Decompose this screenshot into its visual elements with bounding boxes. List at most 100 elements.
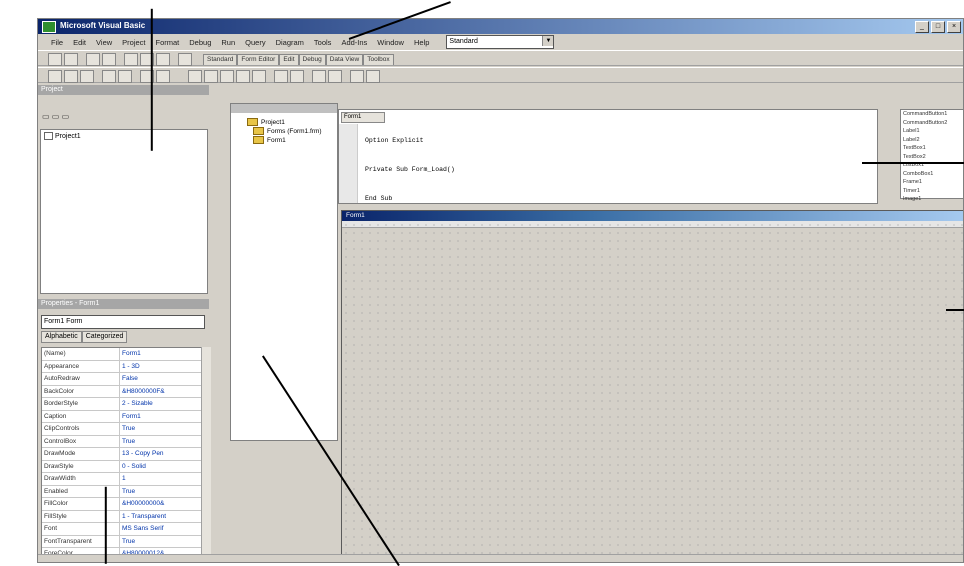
- chevron-down-icon[interactable]: ▼: [542, 36, 554, 46]
- menu-tools[interactable]: Tools: [309, 38, 337, 47]
- stop-icon[interactable]: [80, 70, 94, 83]
- tab-alphabetic[interactable]: Alphabetic: [41, 331, 82, 343]
- property-value[interactable]: 2 - Sizable: [120, 398, 202, 410]
- property-row[interactable]: (Name) Form1: [42, 348, 202, 361]
- menu-edit[interactable]: Edit: [68, 38, 91, 47]
- menu-window[interactable]: Window: [372, 38, 409, 47]
- menu-diagram[interactable]: Diagram: [271, 38, 309, 47]
- property-value[interactable]: True: [120, 536, 202, 548]
- property-row[interactable]: ControlBox True: [42, 435, 202, 448]
- align-left-icon[interactable]: [188, 70, 202, 83]
- explorer-item[interactable]: Forms (Form1.frm): [247, 127, 322, 136]
- tab-edit[interactable]: Edit: [279, 54, 299, 65]
- menu-format[interactable]: Format: [151, 38, 185, 47]
- object-list-item[interactable]: TextBox1: [901, 144, 963, 153]
- add-form-icon[interactable]: [64, 53, 78, 66]
- property-row[interactable]: BorderStyle 2 - Sizable: [42, 398, 202, 411]
- toolbar-combo[interactable]: Standard ▼: [446, 35, 555, 49]
- menu-help[interactable]: Help: [409, 38, 434, 47]
- property-value[interactable]: Form1: [120, 348, 202, 360]
- property-row[interactable]: FontTransparent True: [42, 535, 202, 548]
- find-icon[interactable]: [178, 53, 192, 66]
- tab-standard[interactable]: Standard: [203, 54, 238, 65]
- object-list-item[interactable]: TextBox2: [901, 153, 963, 162]
- grid-icon[interactable]: [274, 70, 288, 83]
- zoom-icon[interactable]: [350, 70, 364, 83]
- property-value[interactable]: 13 - Copy Pen: [120, 448, 202, 460]
- project-panel-toolbar[interactable]: ▭ ▭ ▭: [42, 112, 69, 121]
- object-list-item[interactable]: Frame1: [901, 178, 963, 187]
- minimize-button[interactable]: _: [915, 21, 929, 33]
- property-row[interactable]: FillColor &H00000000&: [42, 498, 202, 511]
- property-row[interactable]: Caption Form1: [42, 410, 202, 423]
- toolbox-icon[interactable]: [312, 70, 326, 83]
- property-row[interactable]: BackColor &H8000000F&: [42, 385, 202, 398]
- lock-controls-icon[interactable]: [290, 70, 304, 83]
- tab-form-editor[interactable]: Form Editor: [237, 54, 280, 65]
- align-right-icon[interactable]: [220, 70, 234, 83]
- tab-data-view[interactable]: Data View: [325, 54, 364, 65]
- menu-project[interactable]: Project: [117, 38, 150, 47]
- form-design-surface[interactable]: [342, 221, 963, 562]
- tab-toolbox[interactable]: Toolbox: [363, 54, 394, 65]
- property-row[interactable]: ClipControls True: [42, 423, 202, 436]
- property-value[interactable]: 0 - Solid: [120, 461, 202, 473]
- property-value[interactable]: 1: [120, 473, 202, 485]
- property-row[interactable]: DrawStyle 0 - Solid: [42, 460, 202, 473]
- object-browser-icon[interactable]: [156, 70, 170, 83]
- properties-scrollbar[interactable]: [201, 347, 211, 557]
- property-value[interactable]: True: [120, 436, 202, 448]
- object-list-item[interactable]: CommandButton1: [901, 110, 963, 119]
- property-value[interactable]: Form1: [120, 411, 202, 423]
- code-text[interactable]: Option Explicit Private Sub Form_Load() …: [365, 126, 455, 203]
- object-list-item[interactable]: Label2: [901, 136, 963, 145]
- explorer-item[interactable]: Project1: [247, 118, 322, 127]
- tab-categorized[interactable]: Categorized: [81, 331, 128, 343]
- property-row[interactable]: DrawWidth 1: [42, 473, 202, 486]
- property-value[interactable]: True: [120, 486, 202, 498]
- object-list-item[interactable]: Image1: [901, 195, 963, 204]
- break-icon[interactable]: [64, 70, 78, 83]
- menu-run[interactable]: Run: [216, 38, 240, 47]
- object-list-item[interactable]: ComboBox1: [901, 170, 963, 179]
- property-row[interactable]: AutoRedraw False: [42, 373, 202, 386]
- object-list-item[interactable]: CommandButton2: [901, 119, 963, 128]
- property-value[interactable]: &H00000000&: [120, 498, 202, 510]
- form-designer-title[interactable]: Form1: [342, 211, 963, 221]
- property-row[interactable]: Enabled True: [42, 485, 202, 498]
- menu-debug[interactable]: Debug: [184, 38, 216, 47]
- property-row[interactable]: FillStyle 1 - Transparent: [42, 510, 202, 523]
- code-editor[interactable]: Form1 Option Explicit Private Sub Form_L…: [338, 109, 878, 204]
- save-icon[interactable]: [102, 53, 116, 66]
- data-view-icon[interactable]: [328, 70, 342, 83]
- title-bar[interactable]: Microsoft Visual Basic _ □ ×: [38, 19, 963, 34]
- editor-tab[interactable]: Form1: [341, 112, 385, 123]
- close-button[interactable]: ×: [947, 21, 961, 33]
- component-icon[interactable]: [366, 70, 380, 83]
- align-center-icon[interactable]: [204, 70, 218, 83]
- paste-icon[interactable]: [156, 53, 170, 66]
- maximize-button[interactable]: □: [931, 21, 945, 33]
- run-icon[interactable]: [48, 70, 62, 83]
- menu-query[interactable]: Query: [240, 38, 270, 47]
- property-value[interactable]: 1 - 3D: [120, 361, 202, 373]
- properties-icon[interactable]: [118, 70, 132, 83]
- send-back-icon[interactable]: [252, 70, 266, 83]
- property-value[interactable]: MS Sans Serif: [120, 523, 202, 535]
- property-row[interactable]: Font MS Sans Serif: [42, 523, 202, 536]
- object-list-item[interactable]: Label1: [901, 127, 963, 136]
- menu-file[interactable]: File: [46, 38, 68, 47]
- property-value[interactable]: &H8000000F&: [120, 386, 202, 398]
- property-value[interactable]: False: [120, 373, 202, 385]
- tab-debug[interactable]: Debug: [298, 54, 326, 65]
- bring-front-icon[interactable]: [236, 70, 250, 83]
- properties-object-combo[interactable]: Form1 Form: [41, 315, 205, 329]
- property-value[interactable]: 1 - Transparent: [120, 511, 202, 523]
- new-project-icon[interactable]: [48, 53, 62, 66]
- menu-addins[interactable]: Add-Ins: [336, 38, 372, 47]
- open-icon[interactable]: [86, 53, 100, 66]
- explorer-item[interactable]: Form1: [247, 136, 322, 145]
- project-explorer-icon[interactable]: [102, 70, 116, 83]
- menu-view[interactable]: View: [91, 38, 117, 47]
- property-row[interactable]: DrawMode 13 - Copy Pen: [42, 448, 202, 461]
